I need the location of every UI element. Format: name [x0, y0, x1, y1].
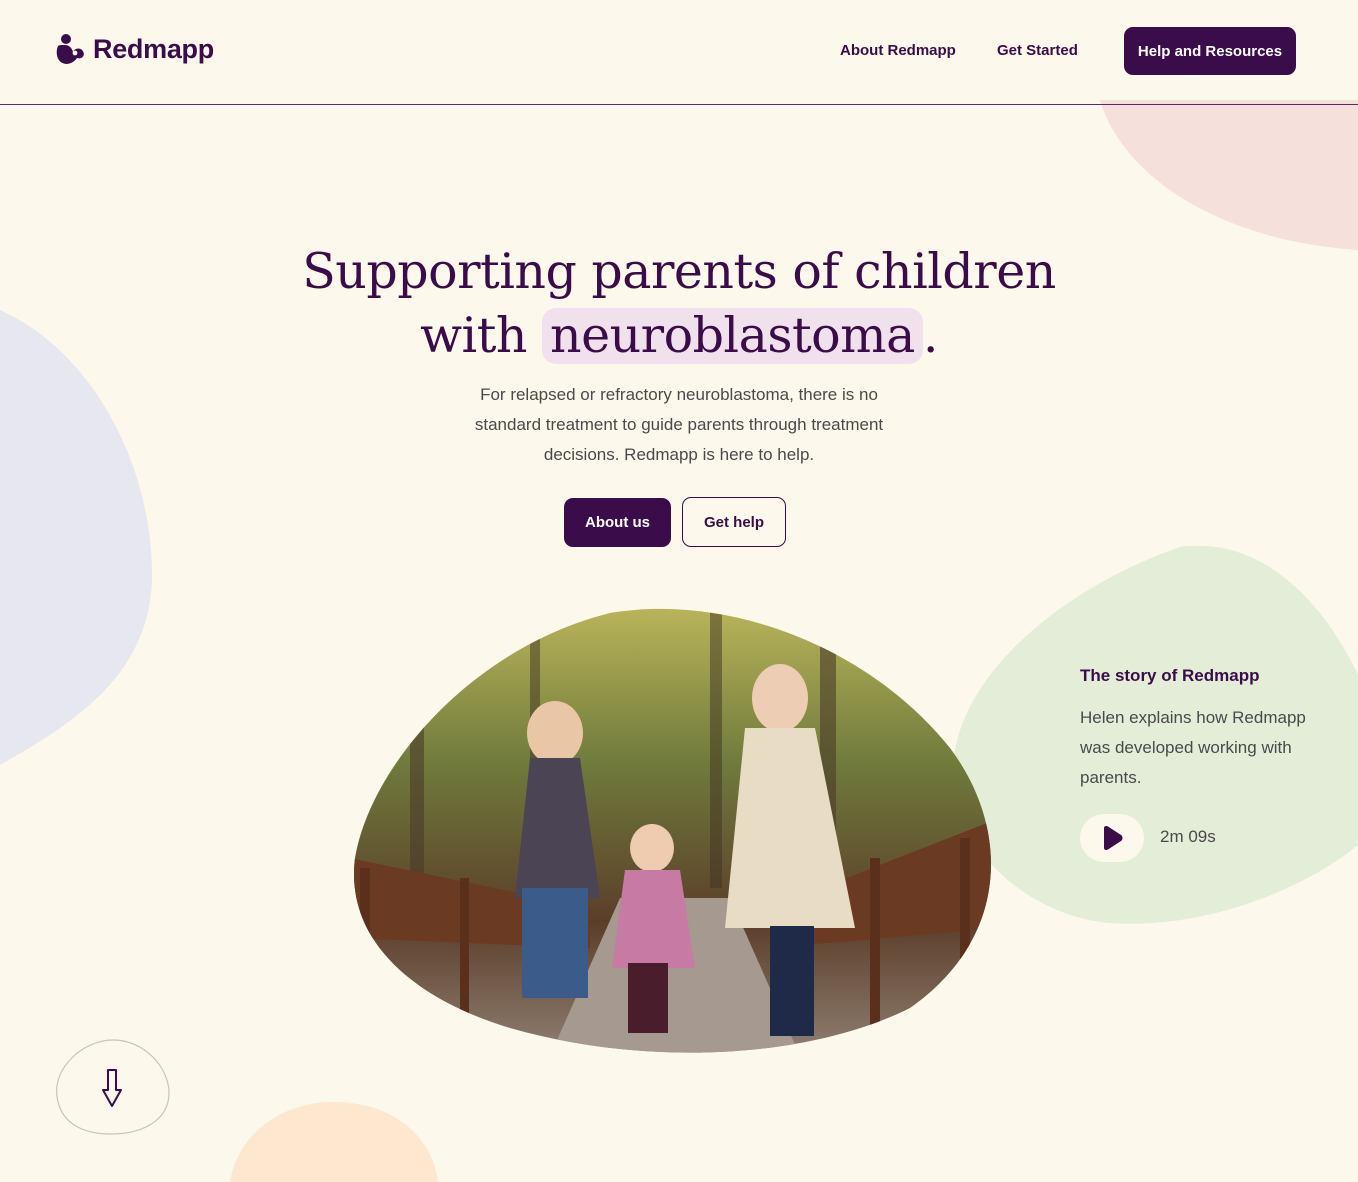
play-video-button[interactable] — [1080, 814, 1144, 862]
play-icon — [1104, 826, 1123, 850]
hero-title-suffix: . — [922, 307, 939, 364]
video-duration: 2m 09s — [1160, 827, 1216, 846]
decor-blob-lavender — [0, 310, 153, 765]
decor-blob-pink — [1100, 100, 1358, 250]
get-help-button[interactable]: Get help — [682, 497, 786, 547]
nav-get-started[interactable]: Get Started — [997, 42, 1078, 59]
arrow-down-icon — [102, 1069, 122, 1107]
hero-title-prefix: with — [420, 307, 527, 364]
story-title: The story of Redmapp — [1080, 666, 1260, 685]
nav-about-redmapp[interactable]: About Redmapp — [840, 42, 956, 59]
hero-subtitle: For relapsed or refractory neuroblastoma… — [474, 385, 884, 464]
logo-icon — [56, 34, 84, 64]
scroll-down-button[interactable] — [53, 1038, 171, 1136]
hero-title-highlight: neuroblastoma — [542, 308, 923, 364]
site-header: Redmapp About Redmapp Get Started Help a… — [0, 0, 1358, 105]
about-us-button[interactable]: About us — [564, 498, 671, 547]
story-body: Helen explains how Redmapp was developed… — [1080, 708, 1306, 787]
hero-title-line1: Supporting parents of children — [302, 243, 1056, 300]
logo[interactable]: Redmapp — [53, 33, 214, 65]
logo-text: Redmapp — [93, 33, 214, 64]
hero-title: Supporting parents of children with neur… — [0, 240, 1358, 368]
hero-photo — [353, 608, 991, 1053]
help-and-resources-button[interactable]: Help and Resources — [1124, 27, 1296, 75]
decor-blob-peach — [230, 1101, 438, 1182]
